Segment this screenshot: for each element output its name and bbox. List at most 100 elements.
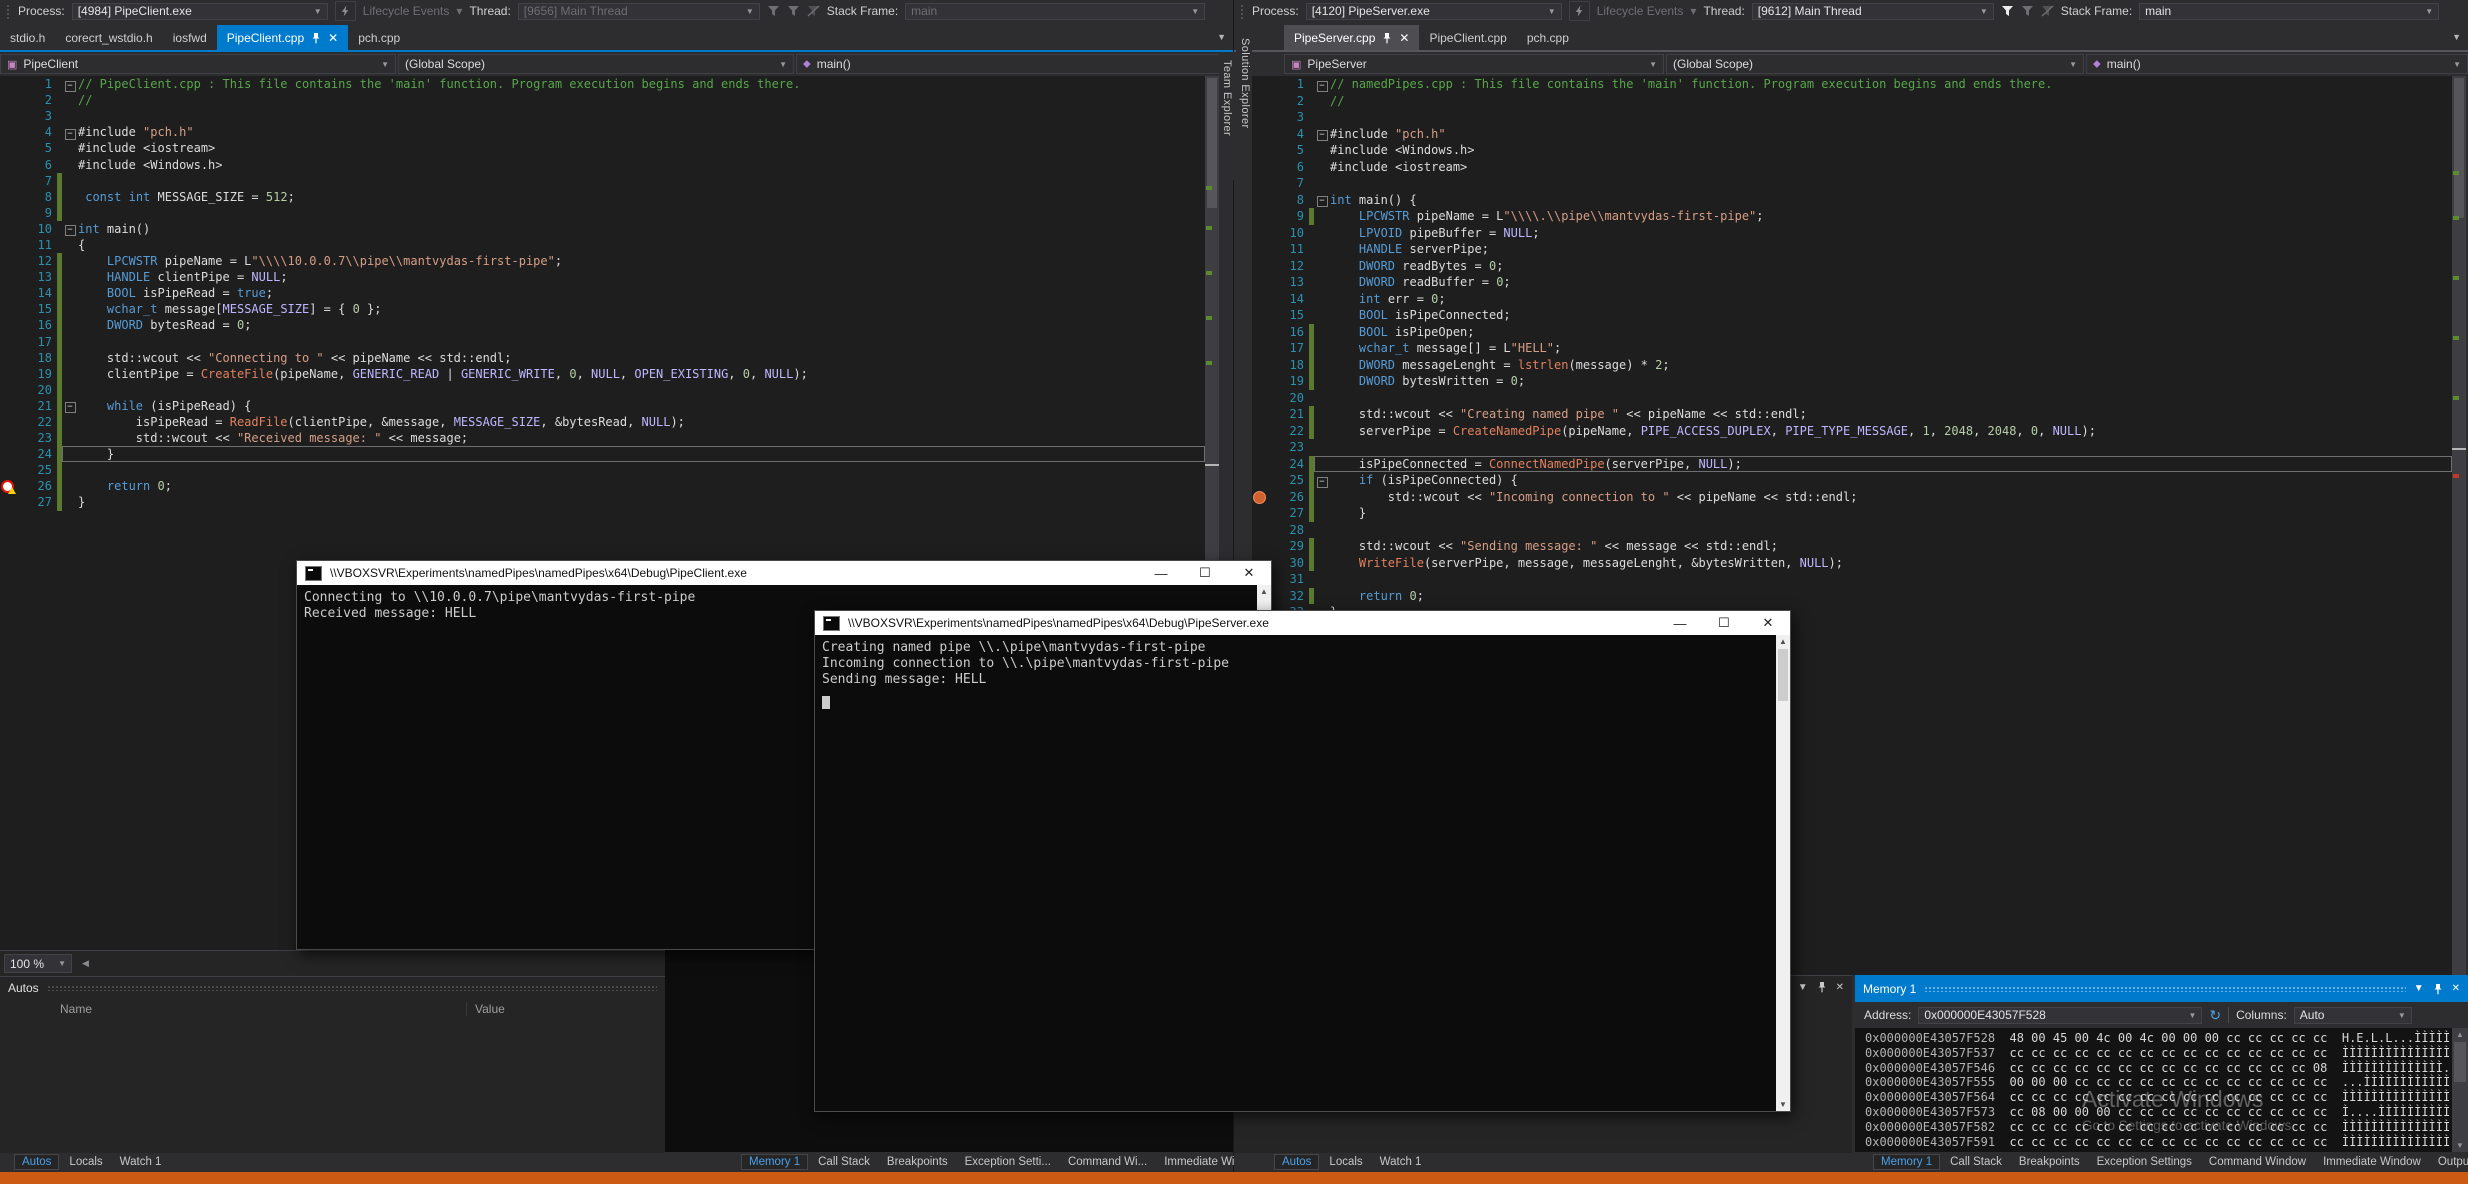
tool-tab-watch-1[interactable]: Watch 1: [113, 1155, 169, 1169]
maximize-button[interactable]: ☐: [1702, 611, 1746, 635]
document-tab-iosfwd[interactable]: iosfwd: [163, 25, 217, 50]
breakpoint-margin[interactable]: [1252, 472, 1268, 489]
breakpoint-margin[interactable]: [0, 414, 16, 430]
close-icon[interactable]: ✕: [328, 32, 338, 44]
breakpoint-margin[interactable]: [1252, 489, 1268, 506]
tool-tab-autos[interactable]: Autos: [1274, 1154, 1319, 1170]
tool-tab-call-stack[interactable]: Call Stack: [811, 1155, 877, 1169]
filter-threads-icon[interactable]: [767, 5, 780, 17]
member-dropdown[interactable]: ⬥main()▼: [2086, 54, 2468, 74]
breakpoint-margin[interactable]: [0, 189, 16, 205]
window-position-icon[interactable]: ▼: [2414, 983, 2424, 994]
chevron-down-icon[interactable]: ▾: [456, 4, 462, 18]
filter-threads-icon[interactable]: [2001, 5, 2014, 17]
scope-dropdown[interactable]: (Global Scope)▼: [1666, 54, 2084, 74]
document-tab-pipeserver-cpp[interactable]: PipeServer.cpp✕: [1284, 25, 1419, 50]
scrollbar-thumb[interactable]: [2454, 1042, 2466, 1082]
document-tab-pipeclient-cpp[interactable]: PipeClient.cpp: [1419, 25, 1516, 50]
editor-scrollbar[interactable]: [2452, 76, 2466, 975]
scroll-down-icon[interactable]: ▼: [2452, 1141, 2468, 1150]
console-titlebar[interactable]: \\VBOXSVR\Experiments\namedPipes\namedPi…: [815, 611, 1790, 635]
filter-flagged-icon[interactable]: [787, 5, 800, 17]
breakpoint-margin[interactable]: [1252, 258, 1268, 275]
tab-overflow-icon[interactable]: ▼: [1217, 32, 1226, 42]
stack-frame-dropdown[interactable]: main▼: [905, 3, 1205, 20]
document-tab-pch-cpp[interactable]: pch.cpp: [1517, 25, 1579, 50]
tool-tab-command-window[interactable]: Command Window: [2202, 1155, 2313, 1169]
collapse-icon[interactable]: −: [65, 402, 76, 413]
breakpoint-margin[interactable]: [1252, 522, 1268, 539]
thread-dropdown[interactable]: [9656] Main Thread▼: [518, 3, 760, 20]
columns-dropdown[interactable]: Auto▼: [2294, 1007, 2412, 1024]
process-dropdown[interactable]: [4120] PipeServer.exe▼: [1306, 3, 1562, 20]
document-tab-corecrt-wstdio-h[interactable]: corecrt_wstdio.h: [55, 25, 162, 50]
console-titlebar[interactable]: \\VBOXSVR\Experiments\namedPipes\namedPi…: [297, 561, 1271, 585]
pin-icon[interactable]: [311, 32, 321, 44]
stack-frame-dropdown[interactable]: main▼: [2139, 3, 2439, 20]
tool-tab-watch-1[interactable]: Watch 1: [1373, 1155, 1429, 1169]
document-tab-pch-cpp[interactable]: pch.cpp: [348, 25, 410, 50]
tool-tab-locals[interactable]: Locals: [1322, 1155, 1369, 1169]
close-icon[interactable]: ✕: [1836, 982, 1844, 993]
collapse-icon[interactable]: −: [1317, 81, 1328, 92]
file-scope-dropdown[interactable]: ▣PipeServer▼: [1284, 54, 1664, 74]
document-tab-pipeclient-cpp[interactable]: PipeClient.cpp✕: [217, 25, 348, 50]
suspend-filter-icon[interactable]: [807, 5, 820, 17]
breakpoint-margin[interactable]: [1252, 340, 1268, 357]
breakpoint-margin[interactable]: [0, 253, 16, 269]
collapse-icon[interactable]: −: [65, 81, 76, 92]
side-tab-team-explorer[interactable]: Team Explorer: [1219, 52, 1234, 180]
toolbar-grip[interactable]: [1240, 4, 1245, 19]
collapse-icon[interactable]: −: [1317, 477, 1328, 488]
tool-tab-memory-1[interactable]: Memory 1: [741, 1154, 808, 1170]
address-input[interactable]: 0x000000E43057F528▼: [1918, 1007, 2202, 1024]
breakpoint-margin[interactable]: [1252, 456, 1268, 473]
close-button[interactable]: ✕: [1746, 611, 1790, 635]
breakpoint-margin[interactable]: [0, 140, 16, 156]
document-tab-stdio-h[interactable]: stdio.h: [0, 25, 55, 50]
scope-dropdown[interactable]: (Global Scope)▼: [398, 54, 794, 74]
thread-dropdown[interactable]: [9612] Main Thread▼: [1752, 3, 1994, 20]
member-dropdown[interactable]: ⬥main()▼: [796, 54, 1233, 74]
breakpoint-margin[interactable]: [1252, 126, 1268, 143]
breakpoint-margin[interactable]: [0, 124, 16, 140]
memory-scrollbar[interactable]: ▲ ▼: [2452, 1028, 2468, 1152]
breakpoint-margin[interactable]: [0, 301, 16, 317]
scrollbar-thumb[interactable]: [2454, 78, 2464, 218]
breakpoint-margin[interactable]: [0, 173, 16, 189]
zoom-level-dropdown[interactable]: 100 %▼: [4, 954, 72, 973]
breakpoint-margin[interactable]: [0, 76, 16, 92]
fold-margin[interactable]: −: [1314, 473, 1330, 488]
breakpoint-icon[interactable]: [1253, 491, 1266, 504]
tool-tab-autos[interactable]: Autos: [14, 1154, 59, 1170]
breakpoint-margin[interactable]: [1252, 406, 1268, 423]
scroll-down-icon[interactable]: ▼: [1776, 1100, 1790, 1109]
breakpoint-margin[interactable]: [1252, 373, 1268, 390]
tool-tab-immediate-window[interactable]: Immediate Window: [2316, 1155, 2428, 1169]
chevron-down-icon[interactable]: ▾: [1690, 4, 1696, 18]
suspend-filter-icon[interactable]: [2041, 5, 2054, 17]
collapse-icon[interactable]: −: [1317, 196, 1328, 207]
collapse-icon[interactable]: −: [65, 225, 76, 236]
tool-tab-call-stack[interactable]: Call Stack: [1943, 1155, 2009, 1169]
breakpoint-margin[interactable]: [1252, 175, 1268, 192]
autos-name-column[interactable]: Name: [0, 1002, 466, 1016]
process-dropdown[interactable]: [4984] PipeClient.exe▼: [72, 3, 328, 20]
breakpoint-margin[interactable]: [0, 269, 16, 285]
breakpoint-margin[interactable]: [1252, 76, 1268, 93]
hscroll-left-arrow-icon[interactable]: ◀: [82, 958, 89, 969]
fold-margin[interactable]: −: [62, 125, 78, 140]
fold-margin[interactable]: −: [1314, 77, 1330, 92]
console-scrollbar[interactable]: ▲ ▼: [1776, 635, 1790, 1111]
tool-tab-breakpoints[interactable]: Breakpoints: [2012, 1155, 2087, 1169]
close-icon[interactable]: ✕: [1399, 32, 1409, 44]
breakpoint-margin[interactable]: [1252, 505, 1268, 522]
breakpoint-margin[interactable]: [1252, 93, 1268, 110]
breakpoint-margin[interactable]: [1252, 109, 1268, 126]
collapse-icon[interactable]: −: [1317, 130, 1328, 141]
breakpoint-margin[interactable]: [0, 366, 16, 382]
breakpoint-margin[interactable]: [0, 334, 16, 350]
breakpoint-margin[interactable]: [1252, 225, 1268, 242]
pin-icon[interactable]: [2433, 983, 2443, 995]
breakpoint-margin[interactable]: [0, 494, 16, 510]
